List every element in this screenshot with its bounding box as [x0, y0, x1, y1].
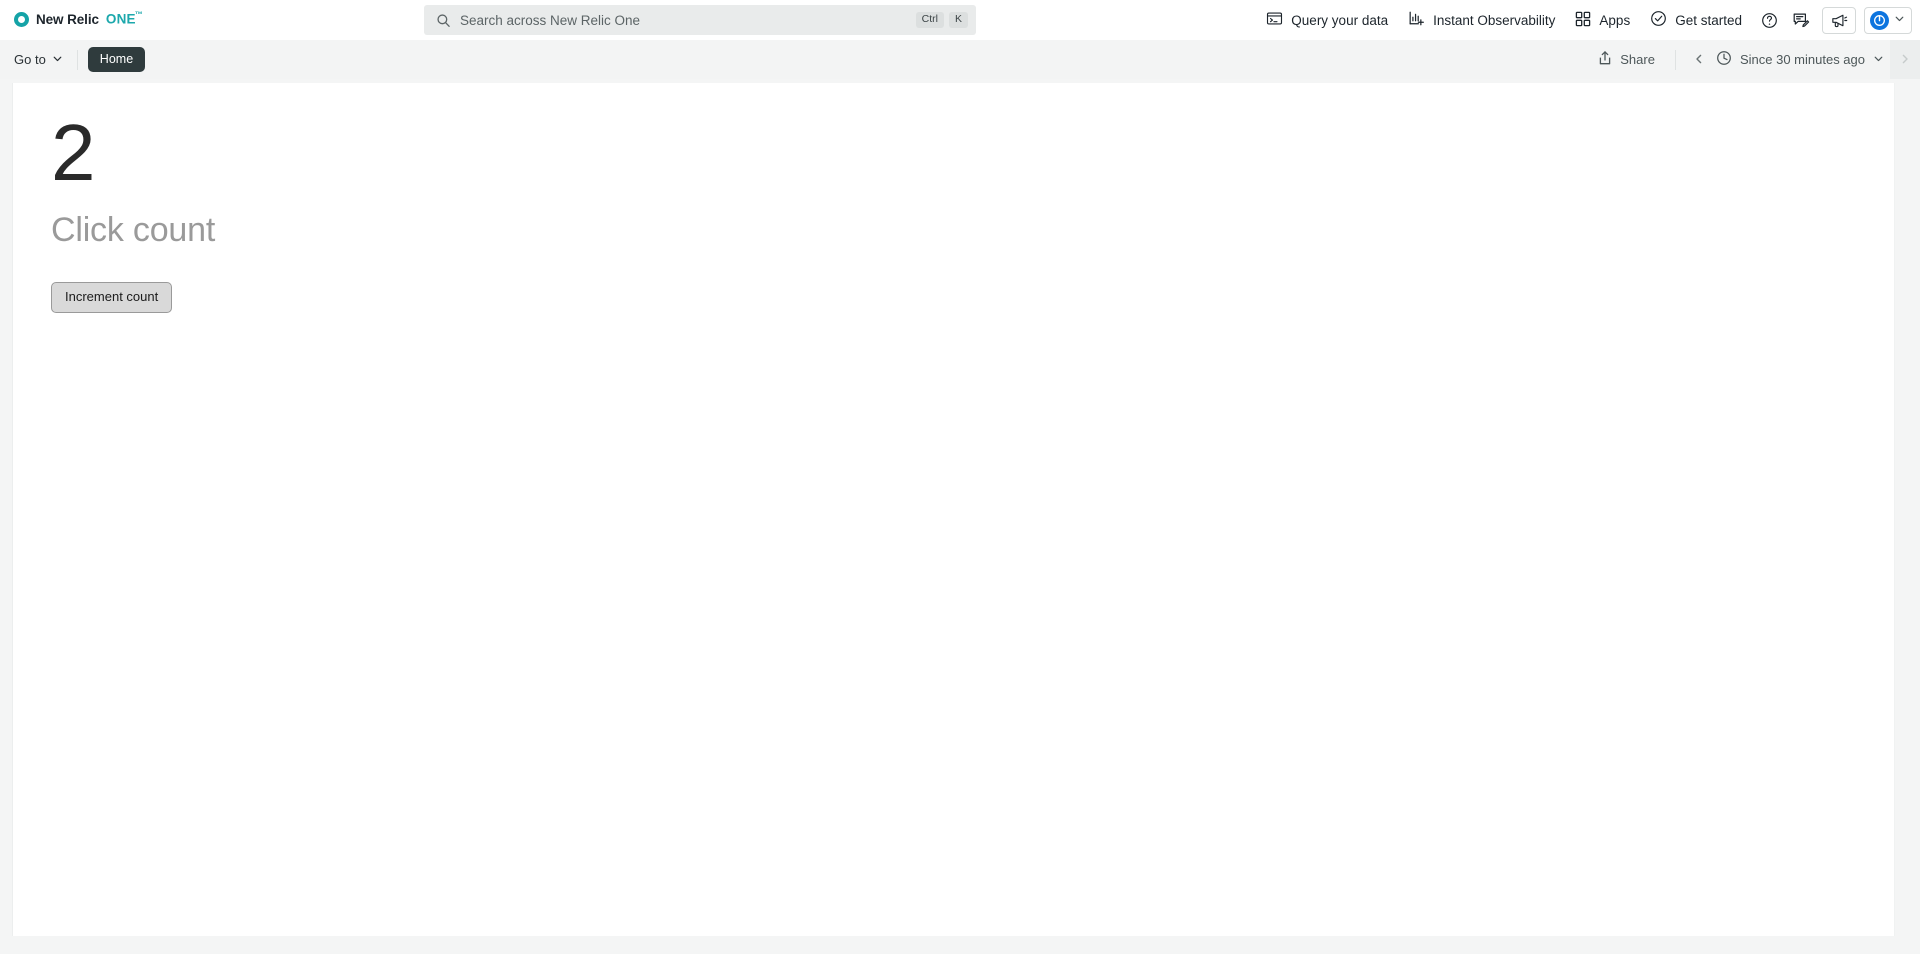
chevron-down-icon: [1894, 11, 1905, 29]
chevron-right-icon: [1899, 52, 1911, 68]
sub-bar-right: Share Since 30 minutes ago: [1587, 40, 1920, 79]
shortcut-key-ctrl: Ctrl: [915, 11, 944, 29]
user-menu[interactable]: [1864, 6, 1912, 34]
bar-chart-plus-icon: [1408, 10, 1425, 30]
top-bar: New Relic ONE™ Ctrl K Que: [0, 0, 1920, 40]
brand-name: New Relic: [36, 12, 99, 27]
chevron-left-icon: [1693, 52, 1705, 68]
search-icon: [436, 13, 451, 28]
top-navigation: Query your data Instant Observability Ap…: [1256, 0, 1912, 40]
divider: [76, 49, 78, 70]
nav-query-your-data-label: Query your data: [1291, 12, 1389, 28]
go-to-menu[interactable]: Go to: [0, 47, 75, 73]
shortcut-key-k: K: [948, 11, 968, 29]
sub-bar: Go to Home Share Since 30 minutes ago: [0, 40, 1920, 79]
nav-apps[interactable]: Apps: [1565, 6, 1640, 34]
brand-trademark: ™: [134, 10, 143, 20]
brand-logo[interactable]: New Relic ONE™: [0, 0, 143, 39]
global-search[interactable]: Ctrl K: [424, 5, 976, 35]
share-label: Share: [1620, 52, 1655, 67]
nav-query-your-data[interactable]: Query your data: [1256, 6, 1398, 34]
nav-apps-label: Apps: [1599, 12, 1631, 28]
new-relic-circle-icon: [14, 12, 29, 27]
share-upload-icon: [1597, 50, 1613, 69]
search-input[interactable]: [460, 5, 916, 35]
time-range-next-button[interactable]: [1890, 40, 1920, 79]
check-circle-icon: [1650, 10, 1667, 30]
nav-instant-observability-label: Instant Observability: [1433, 12, 1556, 28]
time-range-previous-button[interactable]: [1686, 45, 1712, 75]
breadcrumb-home[interactable]: Home: [87, 46, 146, 73]
help-icon[interactable]: [1754, 6, 1784, 34]
share-button[interactable]: Share: [1587, 47, 1665, 73]
click-count-value: 2: [51, 108, 96, 197]
chevron-down-icon: [52, 52, 63, 67]
feedback-edit-icon[interactable]: [1786, 6, 1816, 34]
click-count-label: Click count: [51, 211, 216, 249]
brand-product: ONE: [105, 11, 136, 27]
click-counter-app: 2 Click count Increment count: [13, 83, 1894, 333]
time-range-label: Since 30 minutes ago: [1739, 52, 1865, 67]
main-stage: 2 Click count Increment count: [0, 79, 1920, 954]
search-shortcut: Ctrl K: [915, 11, 968, 29]
user-power-avatar-icon: [1870, 10, 1889, 30]
go-to-label: Go to: [14, 52, 46, 67]
megaphone-icon[interactable]: [1822, 6, 1856, 34]
increment-count-button[interactable]: Increment count: [51, 282, 173, 314]
nav-get-started[interactable]: Get started: [1640, 6, 1752, 34]
divider: [1674, 49, 1676, 70]
terminal-icon: [1266, 10, 1283, 30]
grid-apps-icon: [1575, 11, 1591, 30]
nerdlet-panel: 2 Click count Increment count: [12, 83, 1895, 936]
time-range-picker[interactable]: Since 30 minutes ago: [1712, 46, 1890, 74]
nav-instant-observability[interactable]: Instant Observability: [1398, 6, 1565, 34]
nav-get-started-label: Get started: [1675, 12, 1742, 28]
clock-icon: [1716, 50, 1732, 69]
chevron-down-icon: [1873, 52, 1884, 67]
